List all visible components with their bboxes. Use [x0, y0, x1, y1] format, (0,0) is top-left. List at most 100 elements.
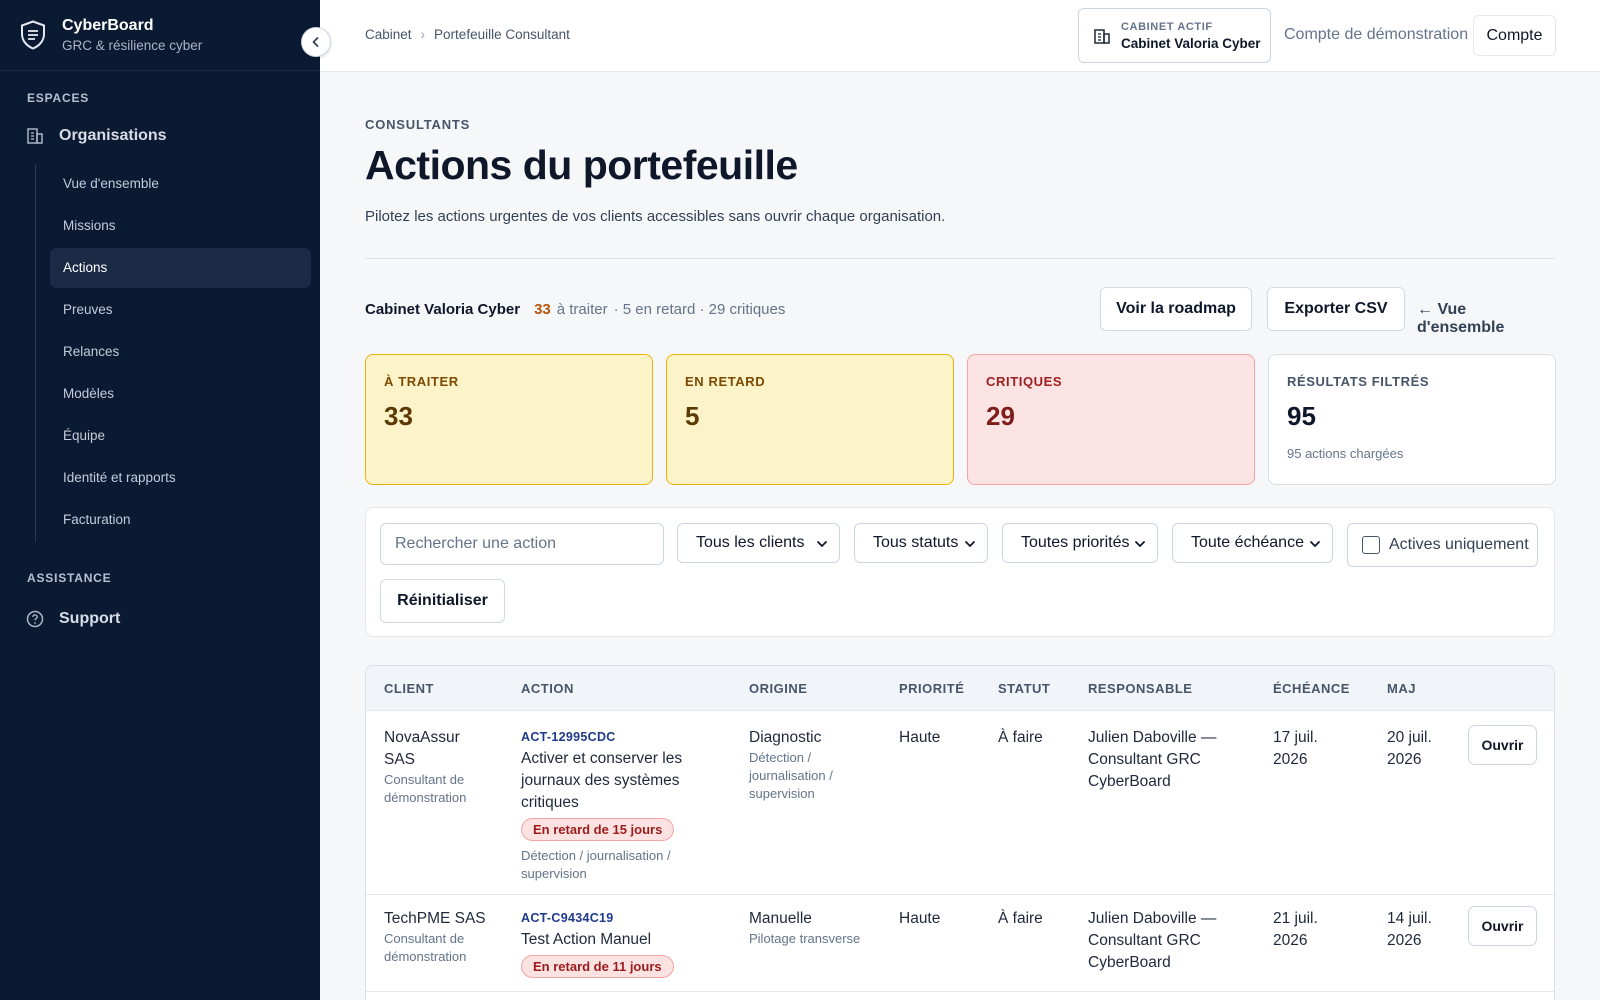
page-eyebrow: CONSULTANTS — [365, 117, 471, 132]
sidebar-item-organisations[interactable]: Organisations — [0, 127, 167, 145]
priority-filter-select[interactable]: Toutes priorités — [1002, 523, 1158, 563]
summary-count: 33 — [534, 301, 551, 318]
action-id[interactable]: ACT-C9434C19 — [521, 907, 721, 929]
column-header-client[interactable]: CLIENT — [384, 681, 434, 696]
section-label-assistance: ASSISTANCE — [27, 571, 112, 585]
chevron-down-icon — [1135, 541, 1145, 548]
search-input[interactable] — [380, 523, 664, 565]
table-header: CLIENT ACTION ORIGINE PRIORITÉ STATUT RE… — [366, 666, 1554, 711]
action-title: Activer et conserver les journaux des sy… — [521, 750, 683, 811]
breadcrumb-portfolio: Portefeuille Consultant — [434, 27, 570, 42]
sidebar-item-team[interactable]: Équipe — [50, 416, 311, 456]
open-action-button[interactable]: Ouvrir — [1468, 906, 1537, 946]
divider — [365, 258, 1555, 259]
column-header-due[interactable]: ÉCHÉANCE — [1273, 681, 1350, 696]
portfolio-summary: Cabinet Valoria Cyber 33 à traiter · 5 e… — [365, 301, 785, 318]
building-icon — [1094, 28, 1110, 44]
status-value: À faire — [998, 910, 1043, 927]
origin-value: Diagnostic — [749, 729, 822, 746]
updated-value: 20 juil. 2026 — [1387, 729, 1432, 768]
due-value: 21 juil. 2026 — [1273, 910, 1318, 949]
chevron-down-icon — [1310, 541, 1320, 548]
table-row-origin: Manuelle Pilotage transverse — [749, 908, 879, 948]
chevron-left-icon — [312, 37, 319, 47]
row-divider — [366, 991, 1554, 992]
due-filter-select[interactable]: Toute échéance — [1172, 523, 1333, 563]
status-filter-select[interactable]: Tous statuts — [854, 523, 988, 563]
client-filter-value: Tous les clients — [696, 534, 805, 551]
topbar: Cabinet › Portefeuille Consultant CABINE… — [320, 0, 1600, 72]
sidebar-item-missions[interactable]: Missions — [50, 206, 311, 246]
export-csv-button[interactable]: Exporter CSV — [1267, 287, 1405, 331]
sidebar-item-support[interactable]: Support — [0, 610, 120, 628]
sidebar-item-evidence[interactable]: Preuves — [50, 290, 311, 330]
sidebar-item-overview[interactable]: Vue d'ensemble — [50, 164, 311, 204]
late-badge: En retard de 11 jours — [521, 955, 674, 978]
updated-value: 14 juil. 2026 — [1387, 910, 1432, 949]
account-button[interactable]: Compte — [1473, 15, 1556, 56]
summary-rest: · 5 en retard · 29 critiques — [613, 301, 786, 318]
column-header-status[interactable]: STATUT — [998, 681, 1050, 696]
column-header-priority[interactable]: PRIORITÉ — [899, 681, 964, 696]
column-header-origin[interactable]: ORIGINE — [749, 681, 807, 696]
sidebar-item-templates[interactable]: Modèles — [50, 374, 311, 414]
back-overview-link[interactable]: ← Vue d'ensemble — [1417, 301, 1555, 337]
table-row-action: ACT-C9434C19 Test Action Manuel En retar… — [521, 907, 721, 978]
reset-filters-button[interactable]: Réinitialiser — [380, 579, 505, 623]
open-action-button[interactable]: Ouvrir — [1468, 725, 1537, 765]
actions-table: CLIENT ACTION ORIGINE PRIORITÉ STATUT RE… — [365, 665, 1555, 1000]
sidebar-item-actions[interactable]: Actions — [50, 248, 311, 288]
client-filter-select[interactable]: Tous les clients — [677, 523, 840, 563]
action-category: Détection / journalisation / supervision — [521, 848, 671, 881]
table-row-client: NovaAssur SAS Consultant de démonstratio… — [384, 727, 494, 807]
origin-value: Manuelle — [749, 910, 812, 927]
summary-org: Cabinet Valoria Cyber — [365, 301, 521, 318]
priority-value: Haute — [899, 729, 941, 746]
action-id[interactable]: ACT-12995CDC — [521, 726, 721, 748]
sidebar: CyberBoard GRC & résilience cyber ESPACE… — [0, 0, 320, 1000]
due-value: 17 juil. 2026 — [1273, 729, 1318, 768]
app-name: CyberBoard — [62, 17, 154, 34]
sidebar-item-billing[interactable]: Facturation — [50, 500, 311, 540]
client-name: NovaAssur SAS — [384, 729, 460, 768]
kpi-label: EN RETARD — [685, 374, 766, 389]
client-sub: Consultant de démonstration — [384, 931, 467, 964]
kpi-label: À TRAITER — [384, 374, 459, 389]
client-name: TechPME SAS — [384, 910, 486, 927]
sidebar-item-identity-reports[interactable]: Identité et rapports — [50, 458, 311, 498]
action-title: Test Action Manuel — [521, 931, 652, 948]
client-sub: Consultant de démonstration — [384, 772, 467, 805]
chevron-down-icon — [965, 541, 975, 548]
active-only-checkbox[interactable]: Actives uniquement — [1347, 523, 1538, 567]
table-row-action: ACT-12995CDC Activer et conserver les jo… — [521, 726, 721, 883]
kpi-critical: CRITIQUES 29 — [967, 354, 1255, 485]
breadcrumb-separator: › — [420, 27, 426, 42]
app-tagline: GRC & résilience cyber — [62, 38, 203, 53]
summary-to-treat: à traiter — [556, 301, 608, 318]
breadcrumb: Cabinet › Portefeuille Consultant — [365, 27, 570, 42]
page-title: Actions du portefeuille — [365, 142, 798, 188]
kpi-sub: 95 actions chargées — [1287, 446, 1404, 461]
sidebar-subnav: Vue d'ensemble Missions Actions Preuves … — [35, 164, 311, 542]
checkbox-icon — [1362, 536, 1380, 554]
column-header-owner[interactable]: RESPONSABLE — [1088, 681, 1192, 696]
active-cabinet-selector[interactable]: CABINET ACTIF Cabinet Valoria Cyber — [1078, 8, 1271, 63]
table-row-origin: Diagnostic Détection / journalisation / … — [749, 727, 874, 803]
kpi-label: CRITIQUES — [986, 374, 1063, 389]
owner-value: Julien Daboville — Consultant GRC CyberB… — [1088, 910, 1217, 971]
priority-filter-value: Toutes priorités — [1021, 534, 1130, 551]
column-header-action[interactable]: ACTION — [521, 681, 574, 696]
sidebar-item-reminders[interactable]: Relances — [50, 332, 311, 372]
demo-account-label: Compte de démonstration — [1284, 26, 1469, 43]
collapse-sidebar-button[interactable] — [301, 27, 331, 57]
breadcrumb-cabinet[interactable]: Cabinet — [365, 27, 412, 42]
kpi-value: 5 — [685, 401, 700, 431]
active-cabinet-label: CABINET ACTIF — [1121, 20, 1213, 33]
section-label-spaces: ESPACES — [27, 91, 90, 105]
chevron-down-icon — [817, 541, 827, 548]
view-roadmap-button[interactable]: Voir la roadmap — [1100, 287, 1252, 331]
column-header-updated[interactable]: MAJ — [1387, 681, 1416, 696]
sidebar-item-support-label: Support — [59, 610, 121, 627]
kpi-value: 29 — [986, 401, 1015, 431]
kpi-value: 33 — [384, 401, 413, 431]
